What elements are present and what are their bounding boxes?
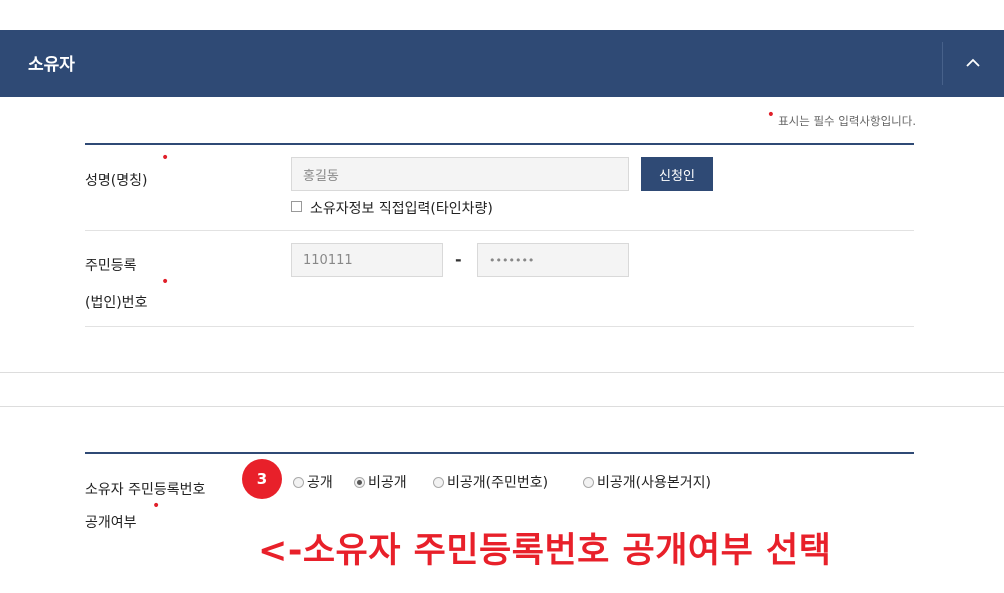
required-marker: • — [152, 498, 161, 514]
radio-private-resident-number[interactable] — [433, 477, 444, 488]
required-note-text: 표시는 필수 입력사항입니다. — [778, 114, 916, 128]
required-marker: • — [766, 107, 776, 123]
section-divider — [0, 406, 1004, 407]
applicant-button[interactable]: 신청인 — [641, 157, 713, 191]
annotation-text: <-소유자 주민등록번호 공개여부 선택 — [258, 531, 832, 571]
name-label: 성명(명칭) — [85, 173, 148, 189]
section-title: 소유자 — [28, 55, 75, 75]
chevron-up-icon — [966, 58, 980, 67]
radio-private-resident-number-label: 비공개(주민번호) — [447, 475, 549, 491]
resident-number-front-input[interactable] — [291, 243, 443, 277]
collapse-button[interactable] — [943, 30, 1004, 97]
direct-input-checkbox[interactable] — [291, 201, 302, 212]
direct-input-label: 소유자정보 직접입력(타인차량) — [310, 201, 493, 217]
radio-private-residence-label: 비공개(사용본거지) — [597, 475, 711, 491]
name-input[interactable] — [291, 157, 629, 191]
radio-public[interactable] — [293, 477, 304, 488]
required-fields-note: • 표시는 필수 입력사항입니다. — [767, 107, 916, 129]
required-marker: • — [161, 150, 170, 166]
step-badge: 3 — [242, 459, 282, 499]
radio-private-label: 비공개 — [368, 475, 407, 491]
owner-section-header: 소유자 — [0, 30, 1004, 97]
radio-public-label: 공개 — [307, 475, 333, 491]
row-divider — [85, 230, 914, 231]
resident-number-back-input[interactable] — [477, 243, 629, 277]
row-divider — [85, 326, 914, 327]
disclosure-top-border — [85, 452, 914, 454]
section-divider — [0, 372, 1004, 373]
resident-number-label-line2: (법인)번호 — [85, 295, 148, 311]
radio-private[interactable] — [354, 477, 365, 488]
required-marker: • — [161, 274, 170, 290]
resident-number-separator: - — [455, 250, 462, 269]
disclosure-label-line2: 공개여부 — [85, 515, 137, 531]
radio-private-residence[interactable] — [583, 477, 594, 488]
form-top-border — [85, 143, 914, 145]
disclosure-label-line1: 소유자 주민등록번호 — [85, 482, 206, 498]
resident-number-label-line1: 주민등록 — [85, 258, 137, 274]
